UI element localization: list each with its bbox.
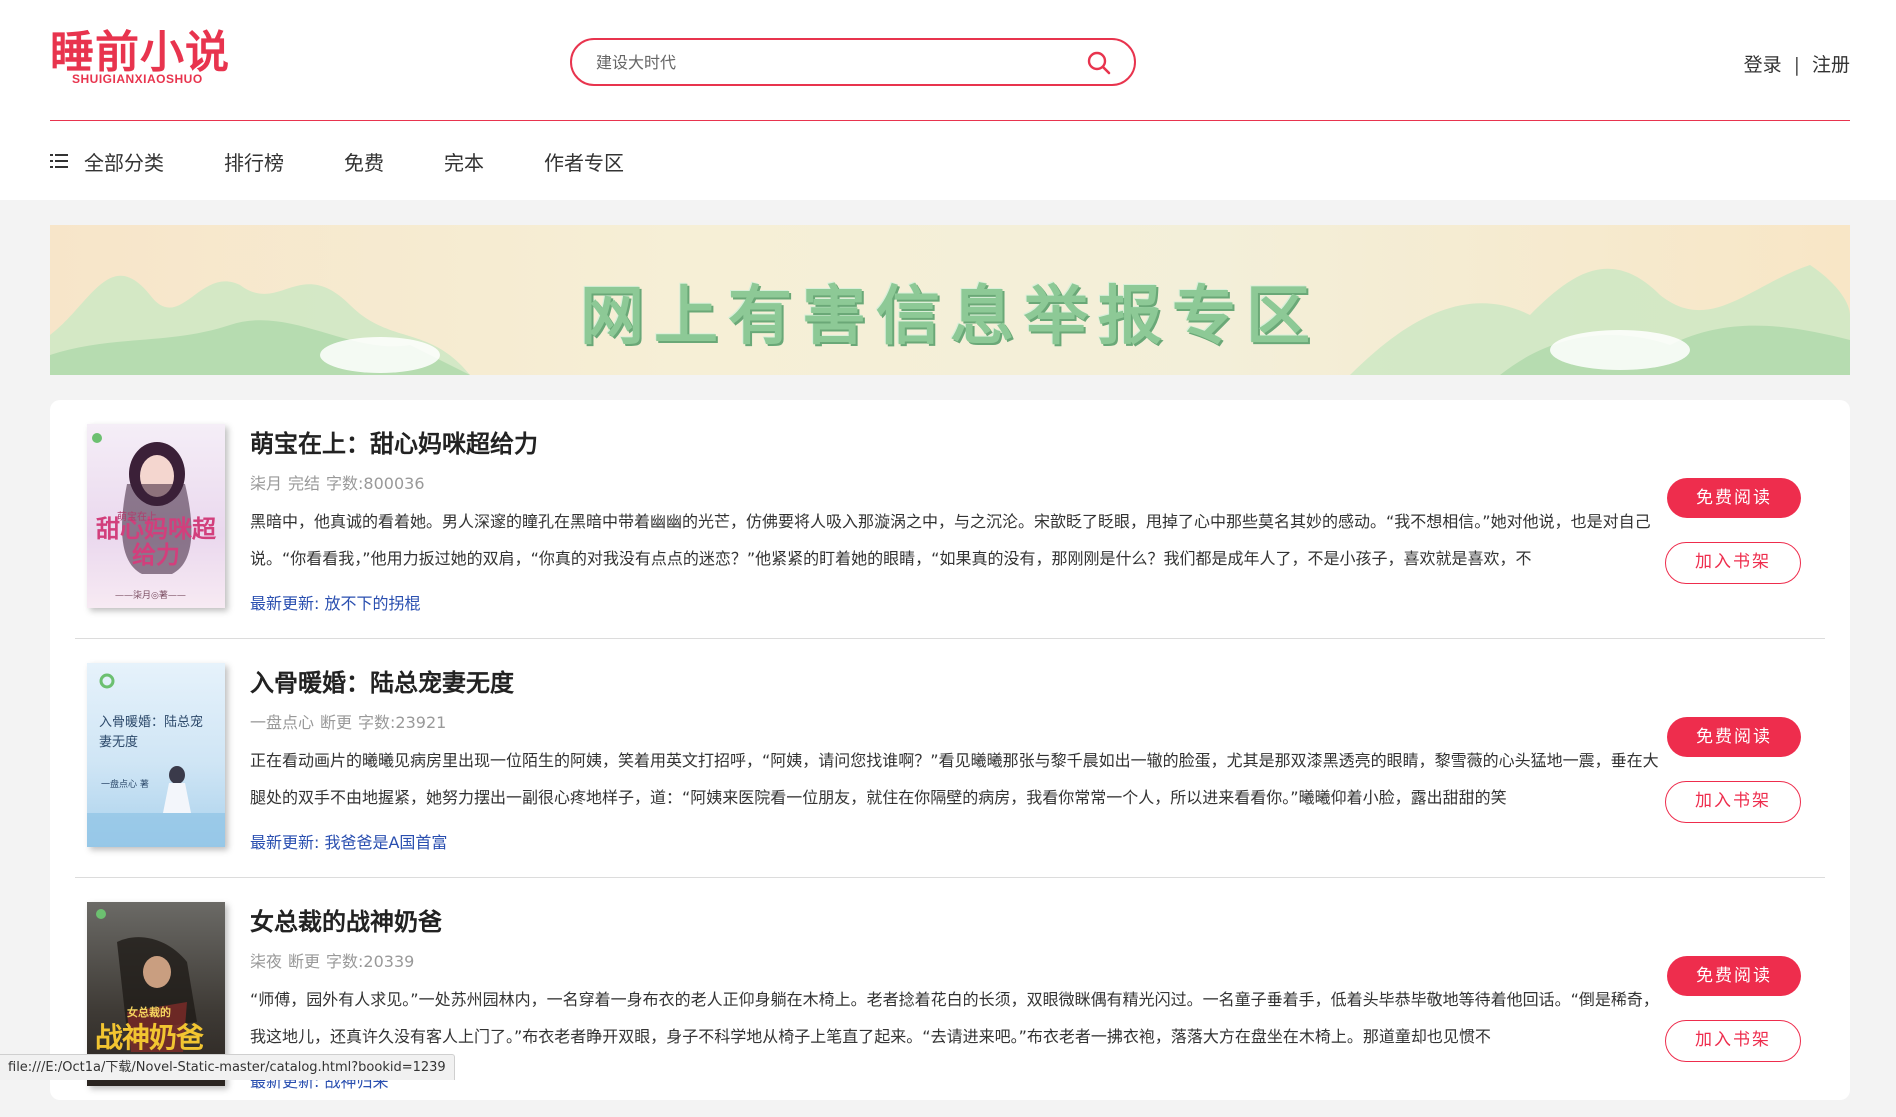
add-to-shelf-button[interactable]: 加入书架 bbox=[1665, 542, 1801, 584]
book-meta: 一盘点心 断更 字数:23921 bbox=[250, 709, 452, 733]
book-author[interactable]: 柒月 bbox=[250, 474, 282, 493]
header-divider bbox=[50, 120, 1850, 121]
search-box bbox=[570, 38, 1136, 86]
cover-art bbox=[87, 673, 225, 847]
book-title[interactable]: 入骨暖婚：陆总宠妻无度 bbox=[250, 663, 514, 698]
book-cover[interactable]: 入骨暖婚：陆总宠妻无度 一盘点心 著 bbox=[87, 663, 225, 847]
book-words: 字数:20339 bbox=[326, 952, 415, 971]
cover-author: 一盘点心 著 bbox=[101, 780, 149, 790]
search-icon[interactable] bbox=[1086, 50, 1112, 76]
nav-ranking[interactable]: 排行榜 bbox=[224, 147, 284, 176]
nav-label: 全部分类 bbox=[84, 150, 164, 175]
add-to-shelf-button[interactable]: 加入书架 bbox=[1665, 1020, 1801, 1062]
book-meta: 柒月 完结 字数:800036 bbox=[250, 470, 431, 494]
login-link[interactable]: 登录 bbox=[1744, 50, 1782, 77]
book-item: 入骨暖婚：陆总宠妻无度 一盘点心 著 入骨暖婚：陆总宠妻无度 一盘点心 断更 字数:… bbox=[75, 639, 1825, 878]
free-read-button[interactable]: 免费阅读 bbox=[1667, 717, 1801, 757]
nav-author-zone[interactable]: 作者专区 bbox=[544, 147, 624, 176]
free-read-button[interactable]: 免费阅读 bbox=[1667, 478, 1801, 518]
book-item: 女总裁的 战神奶爸 女总裁的战神奶爸 柒夜 断更 字数:20339 “师傅，园外有人… bbox=[75, 878, 1825, 1117]
site-logo[interactable]: 睡前小说 SHUIGIANXIAOSHUO bbox=[50, 28, 230, 90]
nav-free[interactable]: 免费 bbox=[344, 147, 384, 176]
book-status: 断更 bbox=[320, 713, 353, 732]
logo-text: 睡前小说 bbox=[50, 27, 230, 78]
auth-links: 登录 | 注册 bbox=[1744, 50, 1850, 77]
book-description: 黑暗中，他真诚的看着她。男人深邃的瞳孔在黑暗中带着幽幽的光芒，仿佛要将人吸入那漩… bbox=[250, 512, 1651, 568]
latest-chapter-link[interactable]: 最新更新: 放不下的拐棍 bbox=[250, 590, 420, 614]
book-meta: 柒夜 断更 字数:20339 bbox=[250, 948, 420, 972]
logo-subtext: SHUIGIANXIAOSHUO bbox=[72, 72, 203, 86]
book-title[interactable]: 女总裁的战神奶爸 bbox=[250, 902, 442, 937]
book-status: 断更 bbox=[288, 952, 321, 971]
search-input[interactable] bbox=[596, 48, 1066, 76]
cover-title: 甜心妈咪超给力 bbox=[96, 514, 216, 569]
auth-separator: | bbox=[1793, 54, 1800, 76]
banner-title: 网上有害信息举报专区 bbox=[580, 280, 1320, 354]
list-menu-icon bbox=[50, 154, 68, 168]
report-banner[interactable]: 网上有害信息举报专区 bbox=[50, 225, 1850, 375]
book-words: 字数:23921 bbox=[358, 713, 447, 732]
cover-title: 入骨暖婚：陆总宠妻无度 bbox=[99, 715, 204, 750]
book-status: 完结 bbox=[288, 474, 321, 493]
book-item: 甜心妈咪超给力 萌宝在上 ——柒月◎著—— 萌宝在上：甜心妈咪超给力 柒月 完结字… bbox=[75, 400, 1825, 639]
browser-status-bar: file:///E:/Oct1a/下载/Novel-Static-master/… bbox=[0, 1054, 455, 1080]
site-header: 睡前小说 SHUIGIANXIAOSHUO 登录 | 注册 全部分类 排行榜 免费 … bbox=[0, 0, 1896, 200]
free-read-button[interactable]: 免费阅读 bbox=[1667, 956, 1801, 996]
book-list: 甜心妈咪超给力 萌宝在上 ——柒月◎著—— 萌宝在上：甜心妈咪超给力 柒月 完结字… bbox=[50, 400, 1850, 1100]
nav-completed[interactable]: 完本 bbox=[444, 147, 484, 176]
book-title[interactable]: 萌宝在上：甜心妈咪超给力 bbox=[250, 424, 538, 459]
cover-title: 战神奶爸 bbox=[95, 1021, 204, 1054]
book-words: 字数:800036 bbox=[326, 474, 425, 493]
main-nav: 全部分类 排行榜 免费 完本 作者专区 bbox=[50, 144, 684, 178]
cover-subtitle: 萌宝在上 bbox=[117, 512, 157, 523]
register-link[interactable]: 注册 bbox=[1812, 50, 1850, 77]
latest-chapter-link[interactable]: 最新更新: 我爸爸是A国首富 bbox=[250, 829, 447, 853]
cover-author: ——柒月◎著—— bbox=[115, 591, 186, 601]
add-to-shelf-button[interactable]: 加入书架 bbox=[1665, 781, 1801, 823]
book-author[interactable]: 一盘点心 bbox=[250, 713, 314, 732]
book-cover[interactable]: 甜心妈咪超给力 萌宝在上 ——柒月◎著—— bbox=[87, 424, 225, 608]
book-author[interactable]: 柒夜 bbox=[250, 952, 282, 971]
book-description: “师傅，园外有人求见。”一处苏州园林内，一名穿着一身布衣的老人正仰身躺在木椅上。… bbox=[250, 990, 1659, 1046]
book-description: 正在看动画片的曦曦见病房里出现一位陌生的阿姨，笑着用英文打招呼，“阿姨，请问您找… bbox=[250, 751, 1659, 807]
nav-all-categories[interactable]: 全部分类 bbox=[50, 147, 164, 176]
